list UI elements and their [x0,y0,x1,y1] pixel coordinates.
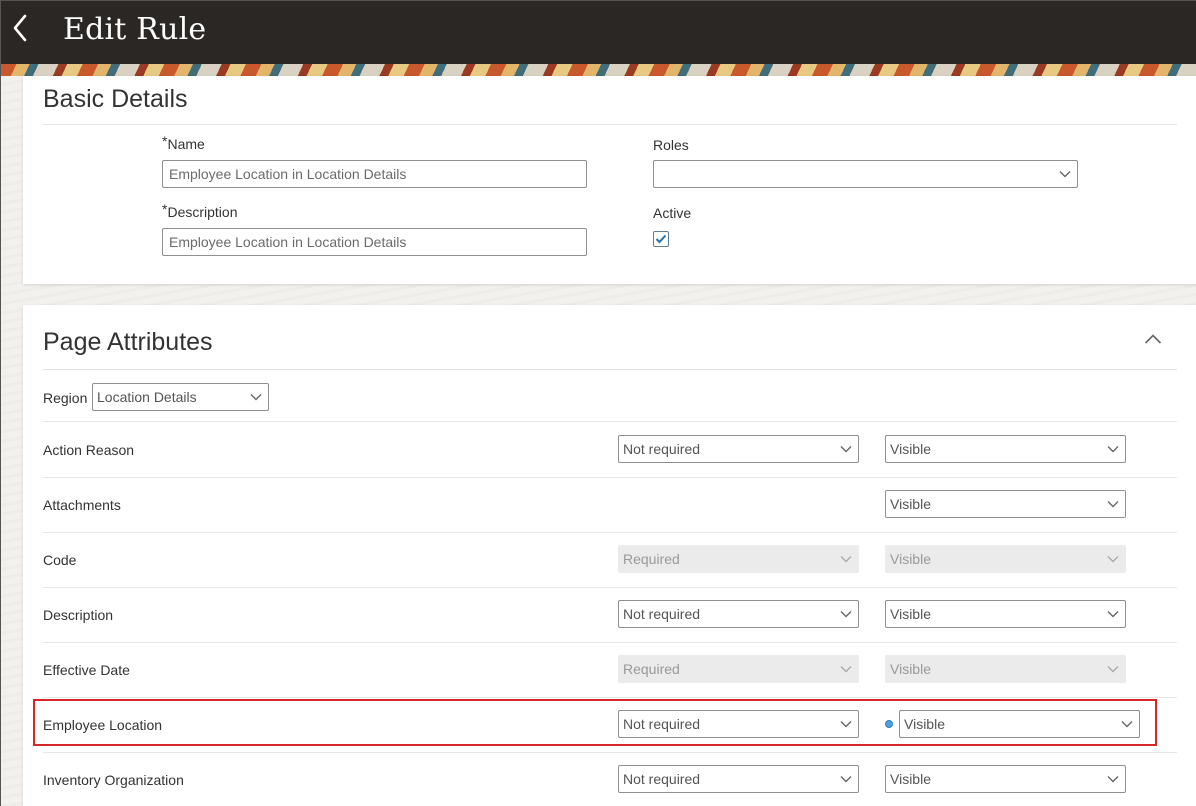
name-input[interactable] [162,160,587,188]
chevron-down-icon [1107,446,1119,453]
visibility-select-value: Visible [890,496,931,512]
visibility-select-value: Visible [890,661,931,677]
chevron-down-icon [1107,611,1119,618]
required-select: Required [618,545,859,573]
roles-label: Roles [653,137,689,153]
chevron-down-icon [250,394,262,401]
basic-details-title: Basic Details [43,85,188,113]
visibility-select-value: Visible [904,716,945,732]
page-header: Edit Rule [1,1,1196,64]
attribute-row-label: Description [43,607,114,623]
attribute-row-label: Effective Date [43,662,130,678]
chevron-down-icon [840,721,852,728]
chevron-down-icon [840,446,852,453]
required-select-value: Not required [623,771,701,787]
back-button[interactable] [7,11,33,45]
page-attributes-title: Page Attributes [43,328,213,356]
section-divider [43,369,1177,370]
chevron-down-icon [840,776,852,783]
required-select[interactable]: Not required [618,435,859,463]
attribute-row-label: Inventory Organization [43,772,184,788]
required-select-value: Not required [623,716,701,732]
section-divider [43,124,1177,125]
region-label: Region [43,390,88,406]
name-label-text: Name [167,136,205,152]
collapse-section-button[interactable] [1141,329,1165,349]
chevron-down-icon [1107,556,1119,563]
chevron-down-icon [840,556,852,563]
required-select-value: Required [623,551,680,567]
attribute-row-label: Attachments [43,497,121,513]
visibility-select: Visible [885,545,1126,573]
required-select[interactable]: Not required [618,765,859,793]
attribute-row-label: Action Reason [43,442,135,458]
required-select[interactable]: Not required [618,710,859,738]
chevron-down-icon [1107,501,1119,508]
row-divider [43,477,1177,478]
chevron-down-icon [840,611,852,618]
chevron-down-icon [1121,721,1133,728]
description-label: *Description [162,201,238,220]
checkmark-icon [655,234,667,244]
attribute-row-label: Code [43,552,77,568]
chevron-down-icon [1059,171,1071,178]
chevron-down-icon [1107,776,1119,783]
required-select-value: Required [623,661,680,677]
required-marker: * [162,133,168,149]
visibility-select: Visible [885,655,1126,683]
visibility-select[interactable]: Visible [885,435,1126,463]
row-divider [43,587,1177,588]
visibility-select[interactable]: Visible [885,490,1126,518]
name-label: *Name [162,133,205,152]
active-checkbox[interactable] [653,231,669,247]
visibility-select-value: Visible [890,441,931,457]
description-input[interactable] [162,228,587,256]
required-select: Required [618,655,859,683]
required-select[interactable]: Not required [618,600,859,628]
chevron-left-icon [13,14,27,42]
chevron-down-icon [840,666,852,673]
row-divider [43,752,1177,753]
row-divider [43,642,1177,643]
region-select-value: Location Details [97,389,197,405]
visibility-select[interactable]: Visible [885,765,1126,793]
required-select-value: Not required [623,441,701,457]
attribute-row-label: Employee Location [43,717,163,733]
visibility-select-value: Visible [890,771,931,787]
row-divider [43,421,1177,422]
chevron-down-icon [1107,666,1119,673]
row-divider [43,532,1177,533]
visibility-select[interactable]: Visible [885,600,1126,628]
page-title: Edit Rule [63,12,207,47]
visibility-select-value: Visible [890,551,931,567]
chevron-up-icon [1144,334,1162,344]
description-label-text: Description [167,204,238,220]
required-select-value: Not required [623,606,701,622]
region-select[interactable]: Location Details [92,383,269,411]
modified-indicator-dot [885,720,893,728]
active-label: Active [653,205,692,221]
visibility-select-value: Visible [890,606,931,622]
row-divider [43,697,1177,698]
required-marker: * [162,201,168,217]
visibility-select[interactable]: Visible [899,710,1140,738]
decorative-banner [1,64,1196,76]
roles-select[interactable] [653,160,1078,188]
